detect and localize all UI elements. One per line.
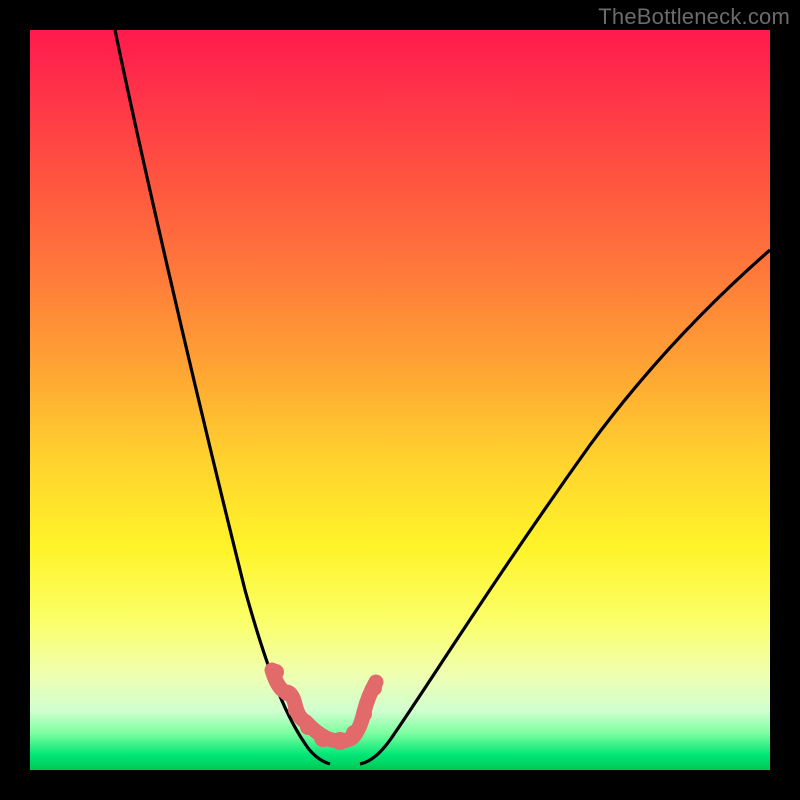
floor-bead [288, 702, 304, 718]
right-curve [360, 250, 770, 764]
plot-area [30, 30, 770, 770]
chart-frame: TheBottleneck.com [0, 0, 800, 800]
floor-bead [366, 680, 382, 696]
floor-bead [346, 725, 362, 741]
watermark-text: TheBottleneck.com [598, 4, 790, 30]
curve-svg [30, 30, 770, 770]
floor-bead [300, 719, 316, 735]
left-curve [115, 30, 330, 764]
floor-bead [314, 729, 332, 747]
floor-bead [279, 685, 295, 701]
floor-bead [268, 664, 284, 680]
floor-bead [356, 706, 372, 722]
